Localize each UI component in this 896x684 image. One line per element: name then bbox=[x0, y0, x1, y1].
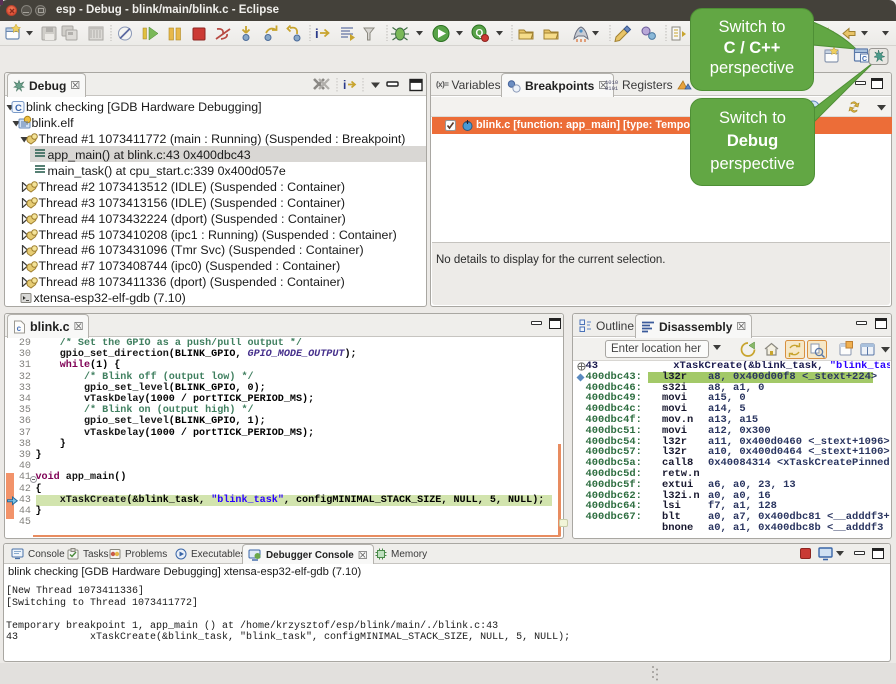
svg-text:i: i bbox=[315, 26, 319, 41]
svg-text:i: i bbox=[343, 78, 346, 92]
svg-text:C: C bbox=[862, 56, 867, 63]
svg-text:c: c bbox=[17, 325, 22, 334]
svg-text:0101: 0101 bbox=[605, 85, 618, 91]
svg-text:C: C bbox=[15, 103, 22, 114]
